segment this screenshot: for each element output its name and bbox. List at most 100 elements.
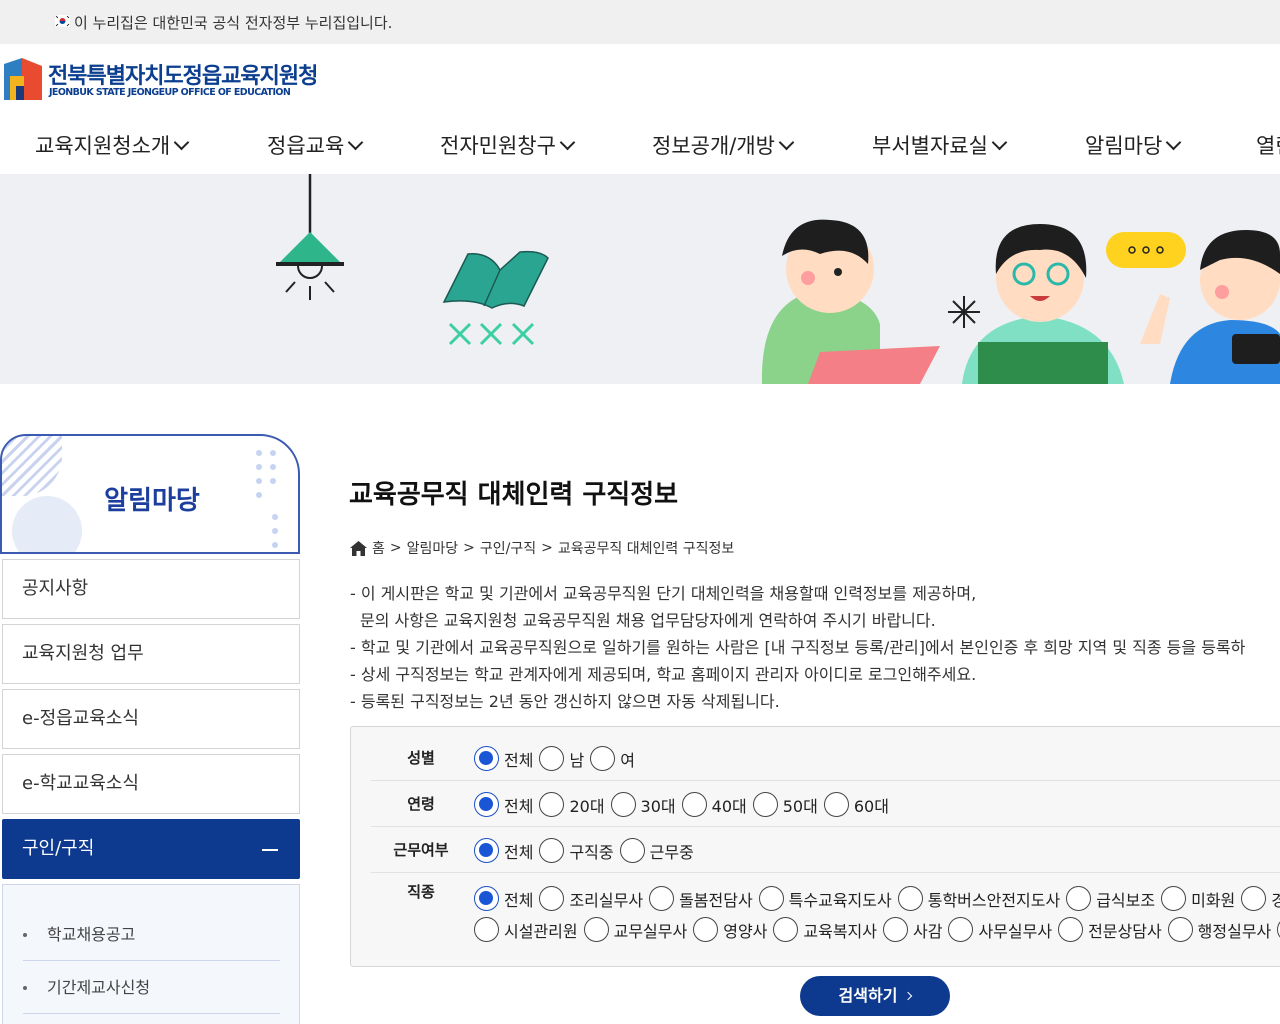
radio-gender-female[interactable]: 여 (590, 746, 635, 771)
radio-label: 근무중 (649, 842, 694, 862)
radio-job-counselor[interactable]: 전문상담사 (1058, 917, 1162, 942)
radio-gender-all[interactable]: 전체 (474, 746, 533, 771)
radio-icon[interactable] (693, 917, 719, 942)
gnb-label: 전자민원창구 (440, 134, 556, 158)
radio-job-nutritionist[interactable]: 영양사 (693, 917, 767, 942)
search-button[interactable]: 검색하기 (800, 976, 950, 1016)
radio-job-admin-assistant[interactable]: 행정실무사 (1167, 917, 1271, 942)
site-logo[interactable]: 전북특별자치도정읍교육지원청 JEONBUK STATE JEONGEUP OF… (2, 56, 332, 106)
radio-icon[interactable] (948, 917, 974, 942)
radio-selected-icon[interactable] (474, 792, 499, 817)
gnb-item-department-archive[interactable]: 부서별자료실 (872, 130, 1008, 160)
radio-icon[interactable] (823, 792, 849, 817)
gnb-item-intro[interactable]: 교육지원청소개 (35, 130, 190, 160)
radio-label: 30대 (640, 796, 676, 816)
filter-label-work-status: 근무여부 (393, 841, 449, 859)
submenu-item-school-hiring[interactable]: 학교채용공고 (23, 908, 280, 961)
radio-icon[interactable] (1161, 886, 1187, 911)
radio-icon[interactable] (1058, 917, 1084, 942)
filter-label-age: 연령 (407, 795, 435, 813)
radio-job-teaching-assistant[interactable]: 교무실무사 (583, 917, 688, 942)
radio-job-cleaner[interactable]: 미화원 (1161, 886, 1235, 911)
gnb-label: 알림마당 (1085, 134, 1163, 158)
radio-icon[interactable] (1167, 917, 1193, 942)
radio-icon[interactable] (539, 746, 565, 771)
radio-label: 40대 (711, 796, 747, 816)
radio-icon[interactable] (752, 792, 778, 817)
radio-icon[interactable] (883, 917, 908, 942)
radio-selected-icon[interactable] (474, 886, 499, 911)
radio-icon[interactable] (539, 792, 565, 817)
gnb-item-open[interactable]: 열린 (1256, 130, 1280, 160)
radio-gender-male[interactable]: 남 (539, 746, 584, 771)
radio-label: 시설관리원 (504, 921, 578, 941)
radio-icon[interactable] (539, 838, 565, 863)
radio-label: 전체 (504, 890, 534, 910)
radio-job-bus-safety[interactable]: 통학버스안전지도사 (897, 886, 1060, 911)
gnb-label: 교육지원청소개 (35, 134, 171, 158)
radio-selected-icon[interactable] (474, 838, 499, 863)
radio-icon[interactable] (681, 792, 707, 817)
radio-label: 교무실무사 (613, 921, 688, 941)
chevron-down-icon (1166, 134, 1182, 150)
radio-icon[interactable] (583, 917, 609, 942)
radio-selected-icon[interactable] (474, 746, 499, 771)
radio-icon[interactable] (1241, 886, 1267, 911)
radio-job-welfare[interactable]: 교육복지사 (773, 917, 877, 942)
radio-job-facility[interactable]: 시설관리원 (474, 917, 578, 942)
gnb-item-info-disclosure[interactable]: 정보공개/개방 (652, 130, 795, 160)
filter-label-job-type: 직종 (407, 883, 435, 901)
radio-label: 전문상담사 (1088, 921, 1162, 941)
radio-icon[interactable] (619, 838, 645, 863)
radio-age-40s[interactable]: 40대 (681, 792, 747, 817)
radio-label: 사무실무사 (978, 921, 1053, 941)
radio-job-meal-assistant[interactable]: 급식보조 (1066, 886, 1155, 911)
radio-job-care[interactable]: 돌봄전담사 (649, 886, 753, 911)
breadcrumb-home[interactable]: 홈 (372, 538, 385, 558)
radio-age-30s[interactable]: 30대 (610, 792, 676, 817)
radio-icon[interactable] (649, 886, 675, 911)
radio-work-all[interactable]: 전체 (474, 838, 533, 863)
hero-banner (0, 174, 1280, 384)
radio-icon[interactable] (1066, 886, 1092, 911)
sidebar-item-recruitment[interactable]: 구인/구직 (2, 819, 300, 879)
breadcrumb-notice-board[interactable]: 알림마당 (407, 538, 459, 558)
breadcrumb-recruitment[interactable]: 구인/구직 (480, 538, 536, 558)
chevron-down-icon (778, 134, 795, 150)
radio-icon[interactable] (590, 746, 616, 771)
radio-icon[interactable] (897, 886, 923, 911)
radio-job-cook[interactable]: 조리실무사 (539, 886, 643, 911)
notice-line: - 상세 구직정보는 학교 관계자에게 제공되며, 학교 홈페이지 관리자 아이… (350, 665, 977, 684)
radio-work-employed[interactable]: 근무중 (619, 838, 694, 863)
radio-job-office-assistant[interactable]: 사무실무사 (948, 917, 1052, 942)
radio-age-60s[interactable]: 60대 (823, 792, 889, 817)
logo-name-english: JEONBUK STATE JEONGEUP OFFICE OF EDUCATI… (49, 87, 291, 98)
sidebar-item-school-news[interactable]: e-학교교육소식 (2, 754, 300, 814)
radio-job-all[interactable]: 전체 (474, 886, 533, 911)
gnb-item-education[interactable]: 정읍교육 (267, 130, 364, 160)
radio-icon[interactable] (474, 917, 499, 942)
sidebar-item-jeongeup-news[interactable]: e-정읍교육소식 (2, 689, 300, 749)
gnb-item-civil-service[interactable]: 전자민원창구 (440, 130, 576, 160)
radio-job-guard[interactable]: 경비원 (1241, 886, 1280, 911)
radio-label: 미화원 (1191, 890, 1236, 910)
radio-job-dorm-supervisor[interactable]: 사감 (883, 917, 942, 942)
radio-age-50s[interactable]: 50대 (752, 792, 818, 817)
sidebar-item-office-work[interactable]: 교육지원청 업무 (2, 624, 300, 684)
radio-job-special-ed[interactable]: 특수교육지도사 (758, 886, 892, 911)
radio-icon[interactable] (610, 792, 636, 817)
radio-age-all[interactable]: 전체 (474, 792, 533, 817)
home-icon[interactable] (350, 540, 367, 556)
submenu-item-contract-teacher[interactable]: 기간제교사신청 (23, 961, 280, 1014)
gnb-item-notice-board[interactable]: 알림마당 (1085, 130, 1182, 160)
submenu-item-label: 기간제교사신청 (47, 978, 151, 997)
radio-work-seeking[interactable]: 구직중 (539, 838, 614, 863)
chevron-down-icon (991, 134, 1008, 150)
radio-icon[interactable] (758, 886, 784, 911)
radio-icon[interactable] (773, 917, 799, 942)
radio-label: 60대 (853, 796, 889, 816)
radio-age-20s[interactable]: 20대 (539, 792, 605, 817)
sidebar-item-notices[interactable]: 공지사항 (2, 559, 300, 619)
radio-icon[interactable] (539, 886, 565, 911)
notice-line: - 등록된 구직정보는 2년 동안 갱신하지 않으면 자동 삭제됩니다. (350, 692, 780, 711)
